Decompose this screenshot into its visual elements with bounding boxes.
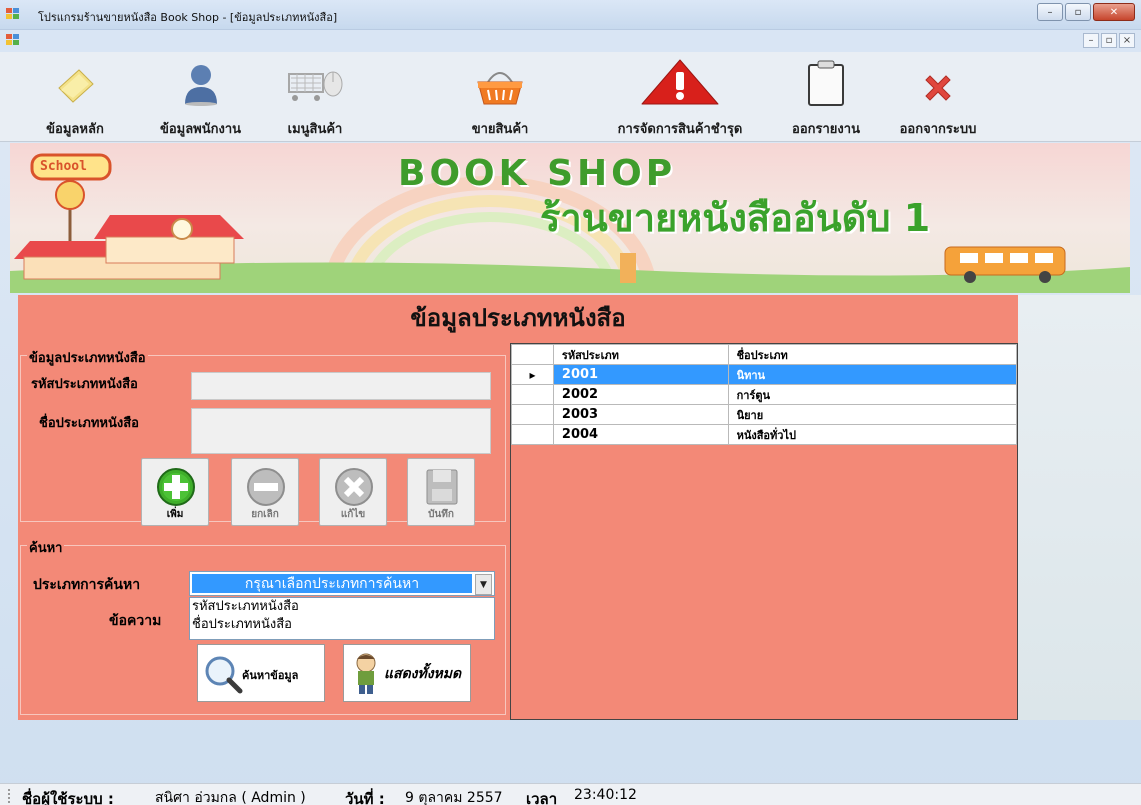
search-type-select[interactable]: กรุณาเลือกประเภทการค้นหา ▼ <box>189 571 495 596</box>
clipboard-icon <box>808 60 844 106</box>
cell-code[interactable]: 2003 <box>552 404 729 425</box>
search-type-dropdown: รหัสประเภทหนังสือ ชื่อประเภทหนังสือ <box>189 597 495 640</box>
row-selector[interactable] <box>511 384 554 405</box>
user-value: สนิศา อ่วมกล ( Admin ) <box>155 790 306 805</box>
toolbar-sell-products[interactable]: ขายสินค้า <box>455 60 545 139</box>
category-grid[interactable]: รหัสประเภท ชื่อประเภท ▸ 2001 นิทาน 2002 … <box>510 343 1018 720</box>
cell-name[interactable]: นิทาน <box>727 364 1018 385</box>
banner-subtitle: ร้านขายหนังสืออันดับ 1 <box>540 196 931 240</box>
row-header-corner <box>511 344 554 365</box>
cartoon-man-icon <box>356 653 376 694</box>
search-type-selected: กรุณาเลือกประเภทการค้นหา <box>192 574 472 593</box>
category-code-field[interactable] <box>191 372 491 400</box>
table-row[interactable]: 2004 หนังสือทั่วไป <box>511 424 1018 445</box>
status-bar: ชื่อผู้ใช้ระบบ : สนิศา อ่วมกล ( Admin ) … <box>0 783 1141 805</box>
person-icon <box>184 65 217 106</box>
table-row[interactable]: ▸ 2001 นิทาน <box>511 364 1018 385</box>
toolbar-employee-data[interactable]: ข้อมูลพนักงาน <box>143 60 258 139</box>
row-selector[interactable] <box>511 404 554 425</box>
category-code-label: รหัสประเภทหนังสือ <box>31 377 138 392</box>
child-restore-button[interactable]: ▫ <box>1101 33 1117 48</box>
window-title: โปรแกรมร้านขายหนังสือ Book Shop - [ข้อมู… <box>38 11 338 24</box>
toolbar-main-data[interactable]: ข้อมูลหลัก <box>30 60 120 139</box>
main-toolbar: ข้อมูลหลัก ข้อมูลพนักงาน เมนูสินค้า ขายส… <box>0 52 1141 142</box>
shop-banner: School BOOK SHOP ร้านขายหนังสืออันดับ 1 <box>10 143 1130 293</box>
minus-icon <box>247 468 285 506</box>
date-label: วันที่ : <box>345 790 385 805</box>
minimize-button[interactable]: – <box>1037 3 1063 21</box>
toolbar-product-menu[interactable]: เมนูสินค้า <box>270 60 360 139</box>
user-label: ชื่อผู้ใช้ระบบ : <box>22 790 114 805</box>
cell-name[interactable]: การ์ตูน <box>727 384 1018 405</box>
sky-background <box>1018 295 1141 720</box>
child-window-icon <box>6 34 19 45</box>
column-header-name[interactable]: ชื่อประเภท <box>727 344 1018 365</box>
dropdown-arrow-icon[interactable]: ▼ <box>475 574 492 595</box>
form-title: ข้อมูลประเภทหนังสือ <box>410 304 626 332</box>
floppy-disk-icon <box>426 469 458 505</box>
toolbar-reports[interactable]: ออกรายงาน <box>776 60 876 139</box>
category-table: รหัสประเภท ชื่อประเภท ▸ 2001 นิทาน 2002 … <box>511 344 1018 445</box>
category-name-label: ชื่อประเภทหนังสือ <box>39 416 139 431</box>
row-selector[interactable] <box>511 424 554 445</box>
warning-icon <box>641 59 719 105</box>
close-button[interactable]: ✕ <box>1093 3 1135 21</box>
search-option-name[interactable]: ชื่อประเภทหนังสือ <box>190 616 494 634</box>
child-close-button[interactable]: × <box>1119 33 1135 48</box>
child-minimize-button[interactable]: – <box>1083 33 1099 48</box>
search-text-label: ข้อความ <box>109 613 162 629</box>
cancel-button[interactable]: ยกเลิก <box>231 458 299 526</box>
show-all-button[interactable]: แสดงทั้งหมด <box>343 644 471 702</box>
maximize-button[interactable]: ▫ <box>1065 3 1091 21</box>
row-selector-icon[interactable]: ▸ <box>511 364 554 385</box>
toolbar-damaged-products[interactable]: การจัดการสินค้าชำรุด <box>600 59 760 139</box>
category-name-field[interactable] <box>191 408 491 454</box>
table-row[interactable]: 2002 การ์ตูน <box>511 384 1018 405</box>
toolbar-logout[interactable]: ออกจากระบบ <box>888 60 988 139</box>
edit-button[interactable]: แก้ไข <box>319 458 387 526</box>
time-value: 23:40:12 <box>574 787 637 803</box>
shopping-cart-icon <box>288 71 343 101</box>
status-grip <box>8 789 12 803</box>
category-info-legend: ข้อมูลประเภทหนังสือ <box>27 347 148 368</box>
time-label: เวลา <box>526 790 558 805</box>
cell-code[interactable]: 2001 <box>552 364 729 385</box>
mdi-child-bar: – ▫ × <box>0 30 1141 52</box>
search-group: ค้นหา ประเภทการค้นหา กรุณาเลือกประเภทการ… <box>20 537 506 715</box>
cell-name[interactable]: นิยาย <box>727 404 1018 425</box>
search-type-label: ประเภทการค้นหา <box>33 577 141 593</box>
search-option-code[interactable]: รหัสประเภทหนังสือ <box>190 598 494 616</box>
table-header-row: รหัสประเภท ชื่อประเภท <box>511 344 1018 365</box>
cell-code[interactable]: 2002 <box>552 384 729 405</box>
category-info-group: ข้อมูลประเภทหนังสือ รหัสประเภทหนังสือ ชื… <box>20 347 506 526</box>
plus-icon <box>157 468 195 506</box>
add-button[interactable]: เพิ่ม <box>141 458 209 526</box>
magnifier-icon <box>205 656 243 694</box>
school-sign-text: School <box>40 159 87 174</box>
cell-name[interactable]: หนังสือทั่วไป <box>727 424 1018 445</box>
table-row[interactable]: 2003 นิยาย <box>511 404 1018 425</box>
search-button[interactable]: ค้นหาข้อมูล <box>197 644 325 702</box>
notepad-icon <box>58 69 94 103</box>
cell-code[interactable]: 2004 <box>552 424 729 445</box>
app-icon <box>6 8 19 19</box>
red-x-icon <box>925 75 951 101</box>
window-title-bar: โปรแกรมร้านขายหนังสือ Book Shop - [ข้อมู… <box>0 0 1141 30</box>
search-legend: ค้นหา <box>27 537 65 558</box>
column-header-code[interactable]: รหัสประเภท <box>552 344 729 365</box>
save-button[interactable]: บันทึก <box>407 458 475 526</box>
basket-icon <box>477 72 523 105</box>
x-circle-icon <box>335 468 373 506</box>
date-value: 9 ตุลาคม 2557 <box>405 790 503 805</box>
